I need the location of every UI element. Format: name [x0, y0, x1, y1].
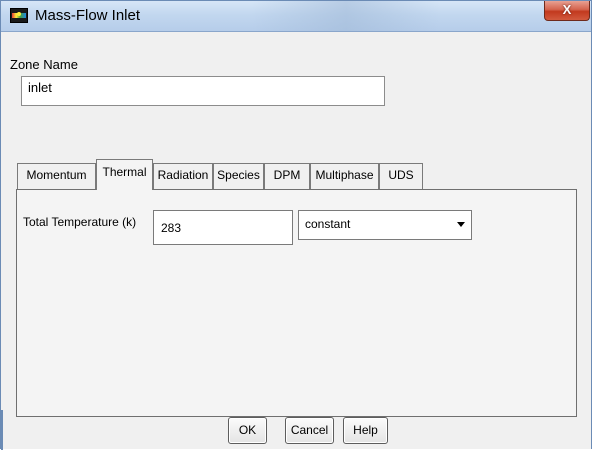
tab-species[interactable]: Species	[213, 163, 264, 189]
tab-dpm[interactable]: DPM	[264, 163, 310, 189]
close-icon[interactable]: X	[563, 2, 572, 17]
tab-uds[interactable]: UDS	[379, 163, 423, 189]
app-icon-dot	[17, 12, 21, 16]
fluent-app-icon	[10, 8, 28, 23]
window-edge	[1, 410, 3, 450]
zone-name-input[interactable]: inlet	[21, 76, 385, 106]
close-button[interactable]: X	[544, 1, 590, 21]
window-title: Mass-Flow Inlet	[35, 7, 141, 24]
cancel-button[interactable]: Cancel	[285, 417, 334, 444]
chevron-down-icon[interactable]	[457, 222, 465, 227]
mass-flow-inlet-dialog: Mass-Flow Inlet X Zone Name inlet Moment…	[0, 0, 592, 450]
temperature-method-value: constant	[305, 217, 351, 231]
title-bar[interactable]: Mass-Flow Inlet X	[1, 1, 591, 32]
tab-momentum[interactable]: Momentum	[17, 163, 96, 189]
temperature-method-dropdown[interactable]: constant	[298, 210, 472, 240]
tab-thermal[interactable]: Thermal	[96, 159, 153, 190]
tab-multiphase[interactable]: Multiphase	[310, 163, 379, 189]
ok-button[interactable]: OK	[228, 417, 267, 444]
zone-name-label: Zone Name	[10, 57, 78, 72]
help-button[interactable]: Help	[343, 417, 388, 444]
dialog-client-area: Zone Name inlet Momentum Thermal Radiati…	[1, 32, 591, 450]
tab-radiation[interactable]: Radiation	[153, 163, 213, 189]
total-temperature-label: Total Temperature (k)	[23, 215, 137, 229]
title-bar-highlight	[251, 1, 441, 31]
total-temperature-input[interactable]: 283	[153, 210, 293, 245]
